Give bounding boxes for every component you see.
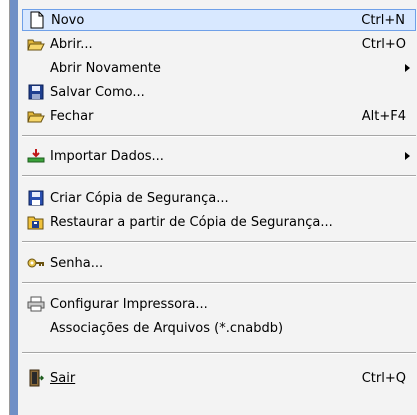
menu-separator: [22, 175, 416, 177]
save-disk-icon: [26, 82, 46, 102]
menu-item-label: Associações de Arquivos (*.cnabdb): [50, 320, 284, 336]
menu-item-abrir-novamente[interactable]: Abrir Novamente: [22, 57, 416, 79]
new-document-icon: [27, 10, 47, 30]
submenu-arrow-icon: [405, 64, 410, 72]
shortcut-label: Ctrl+N: [361, 12, 405, 28]
menu-item-importar-dados[interactable]: Importar Dados...: [22, 145, 416, 167]
menu-item-novo[interactable]: Novo Ctrl+N: [22, 9, 416, 31]
shortcut-label: Alt+F4: [361, 108, 406, 124]
menu-item-label: Salvar Como...: [50, 84, 145, 100]
menu-item-senha[interactable]: Senha...: [22, 252, 416, 274]
menu-item-label: Criar Cópia de Segurança...: [50, 190, 229, 206]
submenu-arrow-icon: [405, 152, 410, 160]
file-menu: Novo Ctrl+N Abrir... Ctrl+O Abrir Novame…: [9, 0, 417, 415]
printer-icon: [26, 294, 46, 314]
menu-item-label: Sair: [50, 370, 76, 386]
menu-separator: [22, 135, 416, 137]
menu-item-label: Abrir Novamente: [50, 60, 161, 76]
menu-item-fechar[interactable]: Fechar Alt+F4: [22, 105, 416, 127]
menu-item-label: Fechar: [50, 108, 94, 124]
menu-separator: [22, 282, 416, 284]
exit-door-icon: [26, 368, 46, 388]
menu-item-label: Importar Dados...: [50, 148, 164, 164]
menu-item-abrir[interactable]: Abrir... Ctrl+O: [22, 33, 416, 55]
menu-item-label: Configurar Impressora...: [50, 296, 208, 312]
menu-item-label: Novo: [51, 12, 85, 28]
menu-item-criar-copia[interactable]: Criar Cópia de Segurança...: [22, 187, 416, 209]
restore-folder-icon: [26, 212, 46, 232]
shortcut-label: Ctrl+Q: [361, 370, 406, 386]
menu-item-label: Abrir...: [50, 36, 93, 52]
menu-separator: [22, 352, 416, 354]
menu-gutter: [10, 0, 18, 415]
backup-disk-icon: [26, 188, 46, 208]
close-folder-icon: [26, 106, 46, 126]
import-data-icon: [26, 146, 46, 166]
menu-item-restaurar[interactable]: Restaurar a partir de Cópia de Segurança…: [22, 211, 416, 233]
menu-item-sair[interactable]: Sair Ctrl+Q: [22, 367, 416, 389]
menu-item-label: Restaurar a partir de Cópia de Segurança…: [50, 214, 333, 230]
menu-item-label: Senha...: [50, 255, 104, 271]
menu-item-associacoes[interactable]: Associações de Arquivos (*.cnabdb): [22, 317, 416, 339]
menu-separator: [22, 241, 416, 243]
key-icon: [26, 253, 46, 273]
menu-item-salvar-como[interactable]: Salvar Como...: [22, 81, 416, 103]
shortcut-label: Ctrl+O: [361, 36, 406, 52]
menu-item-configurar-impressora[interactable]: Configurar Impressora...: [22, 293, 416, 315]
open-folder-icon: [26, 34, 46, 54]
